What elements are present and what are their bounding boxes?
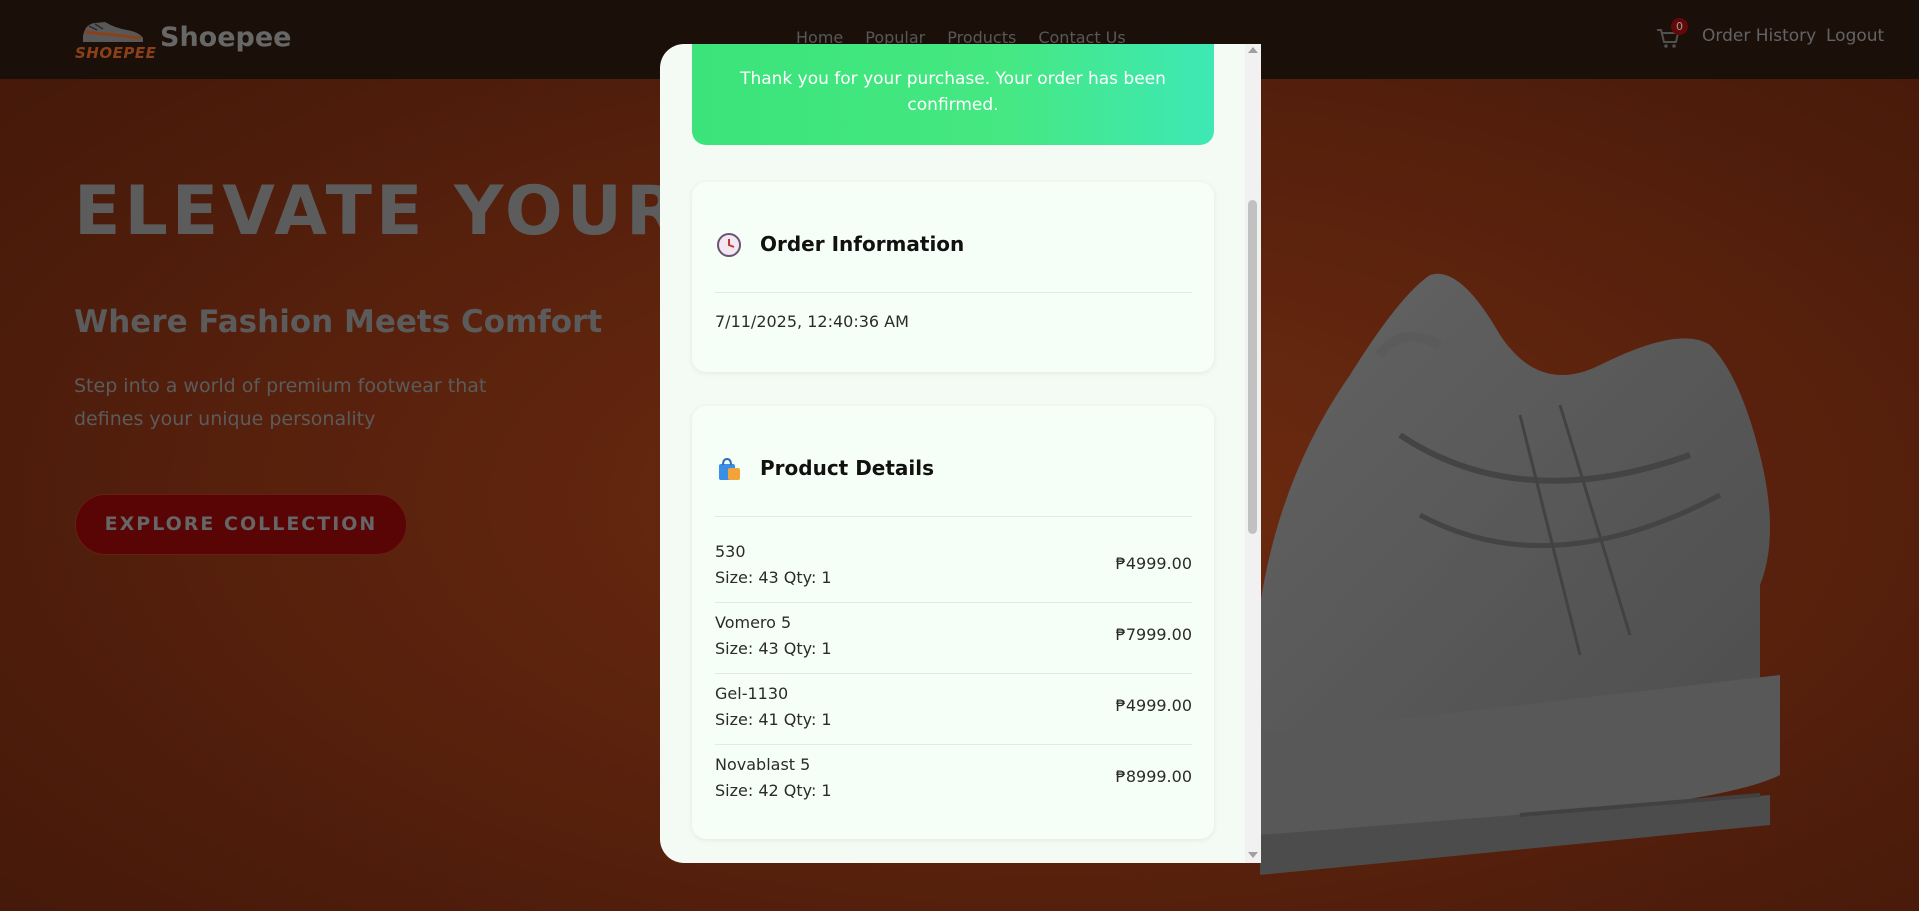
order-date: 7/11/2025, 12:40:36 AM	[715, 312, 909, 331]
order-information-card: Order Information 7/11/2025, 12:40:36 AM	[692, 182, 1214, 372]
product-price: ₱7999.00	[1115, 625, 1192, 644]
product-price: ₱4999.00	[1115, 554, 1192, 573]
scroll-up-arrow-icon[interactable]	[1248, 47, 1258, 53]
product-row: 530 Size: 43 Qty: 1 ₱4999.00	[715, 532, 1192, 603]
clock-icon	[717, 233, 741, 257]
success-banner: Thank you for your purchase. Your order …	[692, 44, 1214, 145]
product-size-qty: Size: 41 Qty: 1	[715, 710, 832, 729]
product-details-header: Product Details	[716, 456, 1190, 496]
product-name: Novablast 5	[715, 755, 811, 774]
product-row: Novablast 5 Size: 42 Qty: 1 ₱8999.00	[715, 745, 1192, 816]
modal-scrollbar-thumb[interactable]	[1248, 200, 1257, 534]
product-details-title: Product Details	[760, 456, 935, 480]
product-price: ₱4999.00	[1115, 696, 1192, 715]
product-row: Gel-1130 Size: 41 Qty: 1 ₱4999.00	[715, 674, 1192, 745]
product-size-qty: Size: 42 Qty: 1	[715, 781, 832, 800]
divider	[715, 292, 1192, 293]
order-information-header: Order Information	[716, 232, 1190, 272]
product-size-qty: Size: 43 Qty: 1	[715, 639, 832, 658]
divider	[715, 516, 1192, 517]
product-name: Gel-1130	[715, 684, 789, 703]
scroll-down-arrow-icon[interactable]	[1248, 852, 1258, 858]
success-message: Thank you for your purchase. Your order …	[740, 69, 1166, 115]
product-size-qty: Size: 43 Qty: 1	[715, 568, 832, 587]
product-name: Vomero 5	[715, 613, 792, 632]
product-name: 530	[715, 542, 746, 561]
product-row: Vomero 5 Size: 43 Qty: 1 ₱7999.00	[715, 603, 1192, 674]
order-information-title: Order Information	[760, 232, 965, 256]
shopping-bag-icon	[719, 457, 740, 480]
product-details-card: Product Details 530 Size: 43 Qty: 1 ₱499…	[692, 406, 1214, 839]
product-price: ₱8999.00	[1115, 767, 1192, 786]
